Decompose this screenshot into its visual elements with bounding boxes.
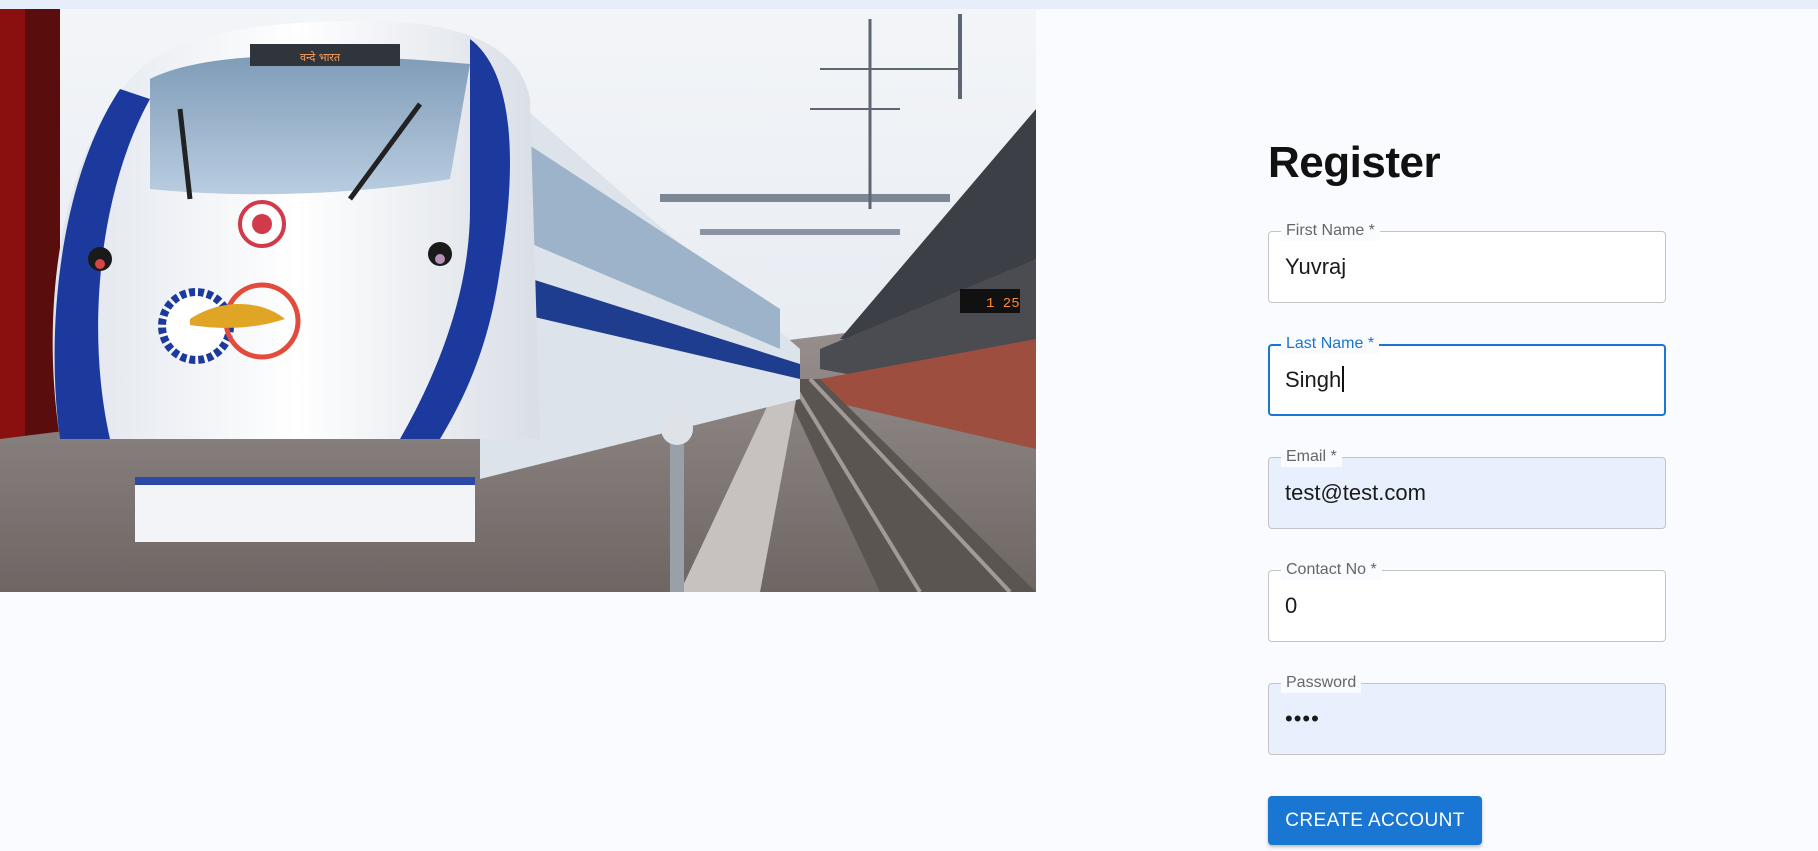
last-name-field[interactable]: Last Name * Singh	[1268, 334, 1666, 416]
contact-no-field[interactable]: Contact No * 0	[1268, 560, 1666, 642]
email-field[interactable]: Email * test@test.com	[1268, 447, 1666, 529]
text-caret	[1342, 366, 1344, 393]
first-name-field[interactable]: First Name * Yuvraj	[1268, 221, 1666, 303]
register-form: Register First Name * Yuvraj Last Name *…	[1268, 0, 1668, 851]
create-account-button[interactable]: CREATE ACCOUNT	[1268, 796, 1482, 845]
first-name-input[interactable]: Yuvraj	[1285, 232, 1645, 302]
contact-no-input[interactable]: 0	[1285, 571, 1645, 641]
email-input[interactable]: test@test.com	[1285, 458, 1645, 528]
platform-clock: 1 25	[986, 296, 1020, 312]
password-field[interactable]: Password ••••	[1268, 673, 1666, 755]
destination-board: वन्दे भारत	[300, 51, 341, 64]
page-title: Register	[1268, 138, 1441, 187]
last-name-value: Singh	[1285, 367, 1342, 392]
hero-train-image: 1 25 वन्दे भारत	[0, 9, 1036, 592]
last-name-input[interactable]: Singh	[1285, 346, 1645, 414]
password-input[interactable]: ••••	[1285, 684, 1645, 754]
